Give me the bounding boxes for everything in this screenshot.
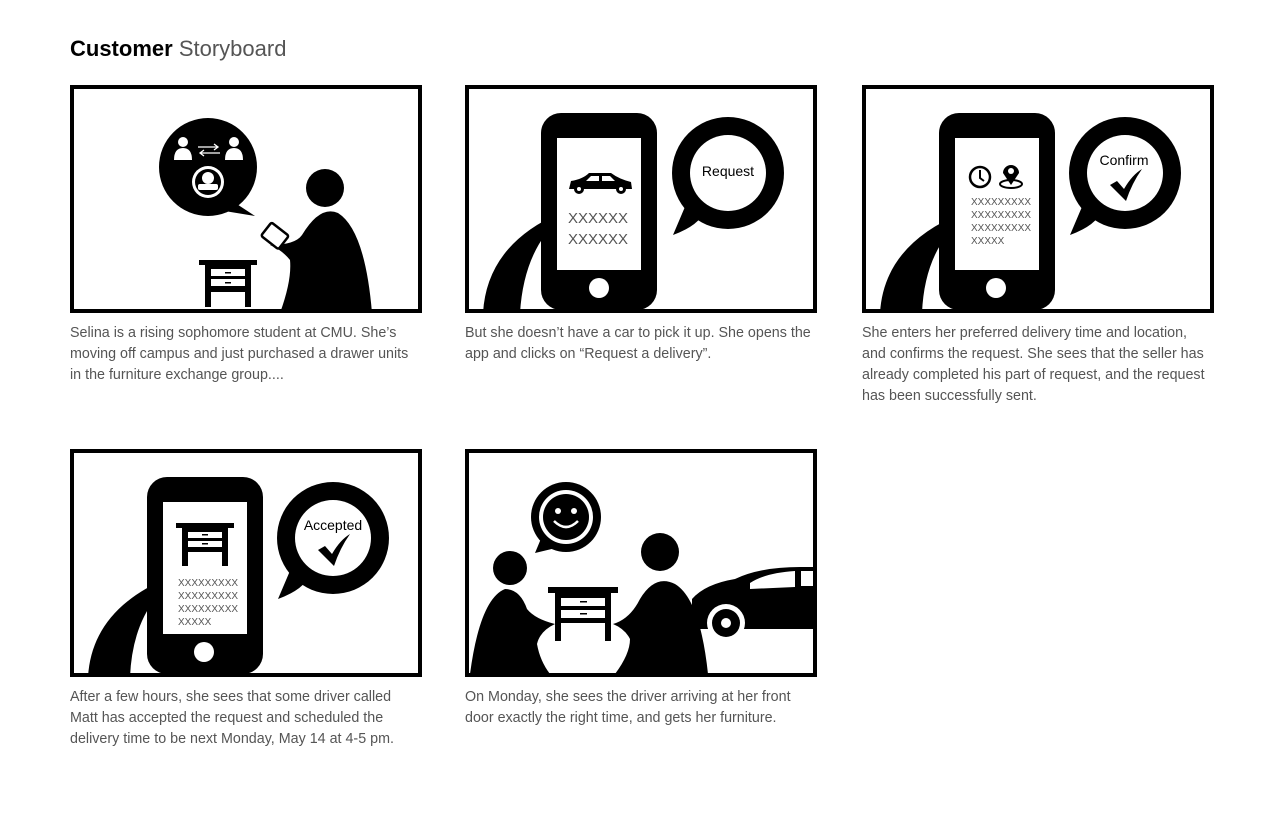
screen-line: XXXXXXXXX (178, 591, 238, 602)
title-rest: Storyboard (178, 36, 287, 61)
screen-line: XXXXXXXXX (178, 604, 238, 615)
screen-line: XXXXXXXXX (178, 578, 238, 589)
screen-line: XXXXXXXXX (971, 210, 1031, 221)
storyboard-panel-5 (465, 449, 817, 677)
accepted-label: Accepted (304, 517, 362, 533)
screen-line: XXXXXXXXX (971, 223, 1031, 234)
drawer-icon (199, 260, 257, 307)
panel-4-caption: After a few hours, she sees that some dr… (70, 689, 394, 747)
panel-5-caption: On Monday, she sees the driver arriving … (465, 689, 791, 726)
screen-line: XXXXX (178, 617, 212, 628)
screen-line: XXXXXX (568, 210, 628, 227)
storyboard-panel-2: XXXXXX XXXXXX Request (465, 85, 817, 313)
confirm-button-label: Confirm (1099, 152, 1148, 168)
screen-line: XXXXXXXXX (971, 197, 1031, 208)
title-bold: Customer (70, 36, 173, 61)
storyboard-panel-1 (70, 85, 422, 313)
panel-1-caption: Selina is a rising sophomore student at … (70, 325, 409, 383)
panel-3-caption: She enters her preferred delivery time a… (862, 325, 1205, 404)
screen-line: XXXXXX (568, 231, 628, 248)
drawer-icon (176, 523, 234, 566)
page-title: Customer Storyboard (70, 36, 286, 62)
storyboard-panel-3: XXXXXXXXX XXXXXXXXX XXXXXXXXX XXXXX Conf… (862, 85, 1214, 313)
drawer-icon (548, 587, 618, 641)
armchair-icon (192, 166, 224, 198)
panel-2-caption: But she doesn’t have a car to pick it up… (465, 325, 811, 362)
request-button-label: Request (702, 163, 754, 179)
screen-line: XXXXX (971, 236, 1005, 247)
storyboard-panel-4: XXXXXXXXX XXXXXXXXX XXXXXXXXX XXXXX Acce… (70, 449, 422, 677)
